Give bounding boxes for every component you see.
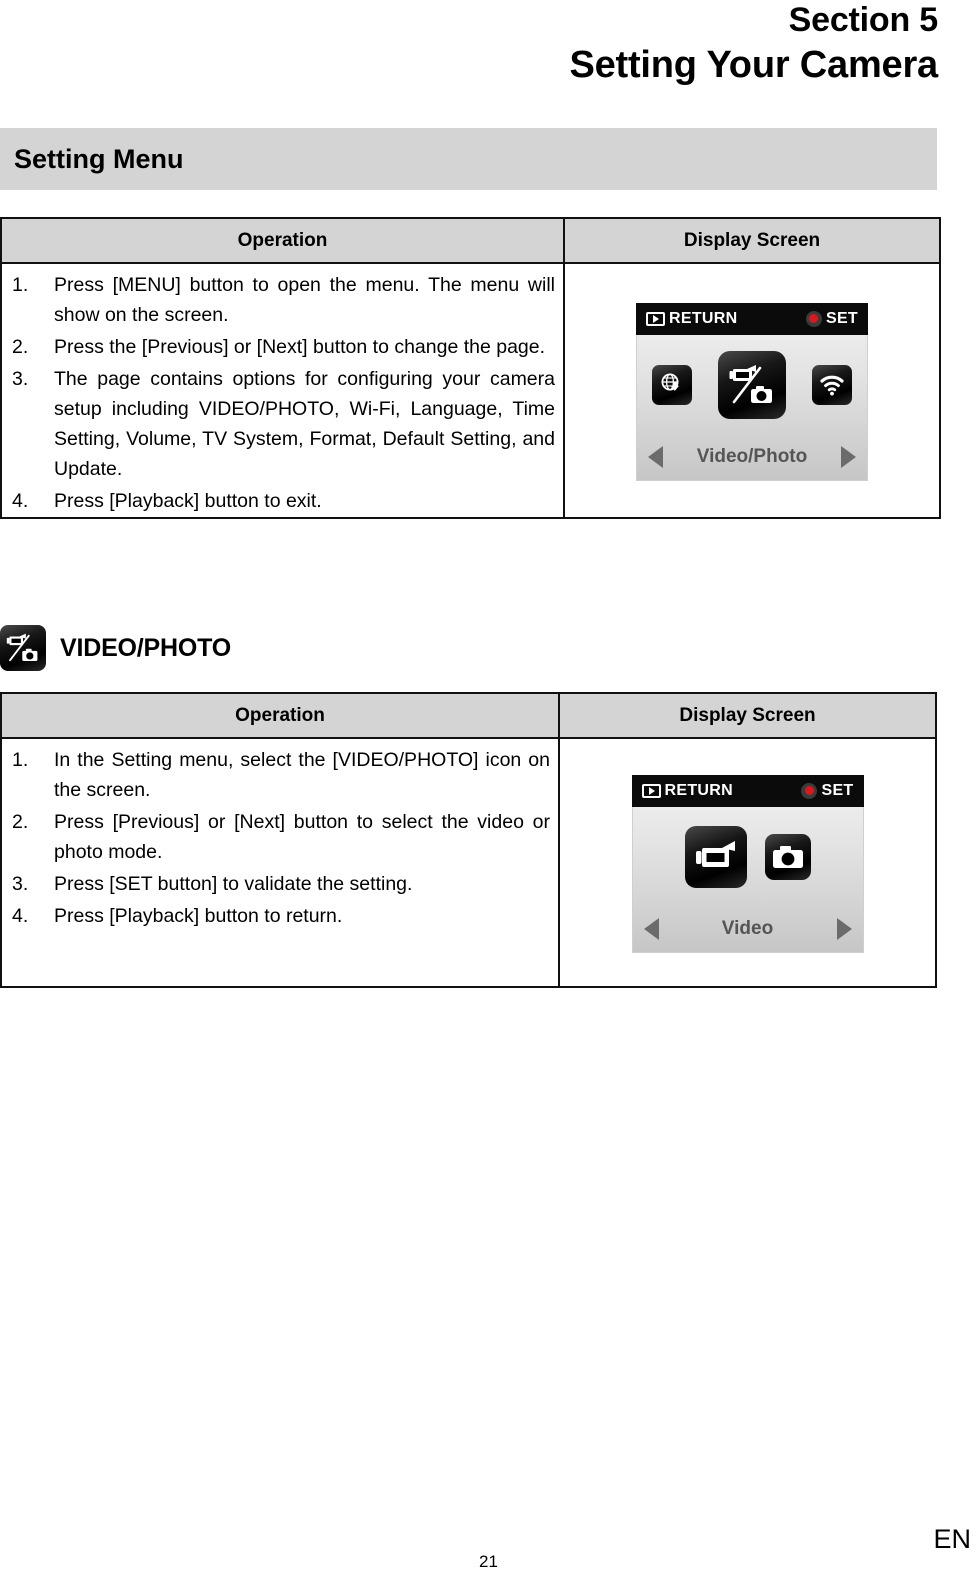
list-item: 2. Press [Previous] or [Next] button to … (8, 807, 550, 867)
page-number: 21 (479, 1552, 498, 1571)
video-camera-icon (684, 825, 747, 888)
display-screen-cell: RETURN SET (560, 739, 935, 988)
section-label: Section 5 (788, 1, 939, 39)
table-body-row: 1. Press [MENU] button to open the menu.… (2, 264, 939, 519)
step-number: 3. (12, 873, 29, 895)
wifi-icon (812, 364, 852, 405)
right-triangle-icon (841, 445, 856, 468)
language-mark: EN (933, 1524, 971, 1554)
setting-menu-table: Operation Display Screen 1. Press [MENU]… (0, 217, 941, 519)
lcd-return-label: RETURN (669, 309, 738, 327)
list-item: 3. Press [SET button] to validate the se… (8, 869, 550, 899)
step-number: 3. (12, 368, 29, 390)
step-text: Press the [Previous] or [Next] button to… (54, 336, 546, 358)
lcd-caption: Video/Photo (696, 445, 808, 467)
list-item: 1. Press [MENU] button to open the menu.… (8, 270, 555, 330)
column-header-display-screen: Display Screen (679, 704, 816, 726)
document-page: Section 5 Setting Your Camera Setting Me… (0, 0, 977, 1580)
table-header-row: Operation Display Screen (2, 219, 939, 264)
step-text: Press [SET button] to validate the setti… (54, 873, 413, 895)
step-number: 4. (12, 905, 29, 927)
step-text: Press [Playback] button to exit. (54, 490, 322, 512)
playback-icon (646, 311, 665, 326)
camera-lcd-preview-setting-menu: RETURN SET Video/Photo (636, 302, 868, 481)
video-photo-heading: VIDEO/PHOTO (0, 625, 231, 671)
list-item: 4. Press [Playback] button to return. (8, 901, 550, 931)
step-text: In the Setting menu, select the [VIDEO/P… (54, 749, 550, 801)
table-header-row: Operation Display Screen (2, 694, 935, 739)
step-text: Press [Playback] button to return. (54, 905, 343, 927)
camera-lcd-preview-video-photo: RETURN SET Video (631, 774, 864, 953)
section-band-title: Setting Menu (14, 144, 184, 174)
column-header-operation: Operation (2, 694, 560, 737)
operation-step-list: 1. In the Setting menu, select the [VIDE… (2, 739, 558, 939)
step-number: 1. (12, 274, 29, 296)
video-photo-heading-title: VIDEO/PHOTO (60, 633, 231, 662)
operation-step-list: 1. Press [MENU] button to open the menu.… (2, 264, 563, 524)
step-text: Press [MENU] button to open the menu. Th… (54, 274, 555, 326)
step-number: 2. (12, 811, 29, 833)
operation-cell: 1. Press [MENU] button to open the menu.… (2, 264, 565, 519)
operation-cell: 1. In the Setting menu, select the [VIDE… (2, 739, 560, 988)
section-band: Setting Menu (0, 128, 937, 190)
right-triangle-icon (836, 917, 852, 940)
lcd-icon-row (632, 807, 864, 907)
lcd-topbar: RETURN SET (631, 774, 864, 807)
column-header-operation: Operation (2, 219, 565, 262)
lcd-set-label: SET (825, 309, 858, 327)
update-globe-icon (652, 364, 692, 405)
lcd-caption: Video (721, 917, 774, 939)
left-triangle-icon (648, 445, 663, 468)
lcd-return-label: RETURN (664, 781, 733, 799)
left-triangle-icon (643, 917, 659, 940)
step-number: 1. (12, 749, 29, 771)
lcd-topbar: RETURN SET (636, 302, 868, 335)
lcd-footer: Video/Photo (636, 437, 868, 477)
step-text: Press [Previous] or [Next] button to sel… (54, 811, 550, 863)
display-screen-cell: RETURN SET (565, 264, 939, 519)
document-header: Section 5 Setting Your Camera (0, 0, 938, 88)
playback-icon (641, 783, 661, 798)
photo-camera-icon (764, 833, 811, 880)
lcd-set-label: SET (821, 781, 854, 799)
record-dot-icon (801, 782, 818, 799)
record-dot-icon (805, 310, 822, 327)
column-header-display-screen: Display Screen (683, 229, 821, 251)
video-photo-icon (718, 350, 786, 419)
step-number: 2. (12, 336, 29, 358)
lcd-icon-row (636, 335, 868, 435)
list-item: 3. The page contains options for configu… (8, 364, 555, 484)
table-body-row: 1. In the Setting menu, select the [VIDE… (2, 739, 935, 988)
list-item: 4. Press [Playback] button to exit. (8, 486, 555, 516)
step-number: 4. (12, 490, 29, 512)
list-item: 1. In the Setting menu, select the [VIDE… (8, 745, 550, 805)
video-photo-icon (0, 625, 46, 671)
step-text: The page contains options for configurin… (54, 368, 555, 480)
video-photo-table: Operation Display Screen 1. In the Setti… (0, 692, 937, 988)
list-item: 2. Press the [Previous] or [Next] button… (8, 332, 555, 362)
lcd-footer: Video (632, 909, 864, 949)
section-title: Setting Your Camera (569, 44, 938, 86)
